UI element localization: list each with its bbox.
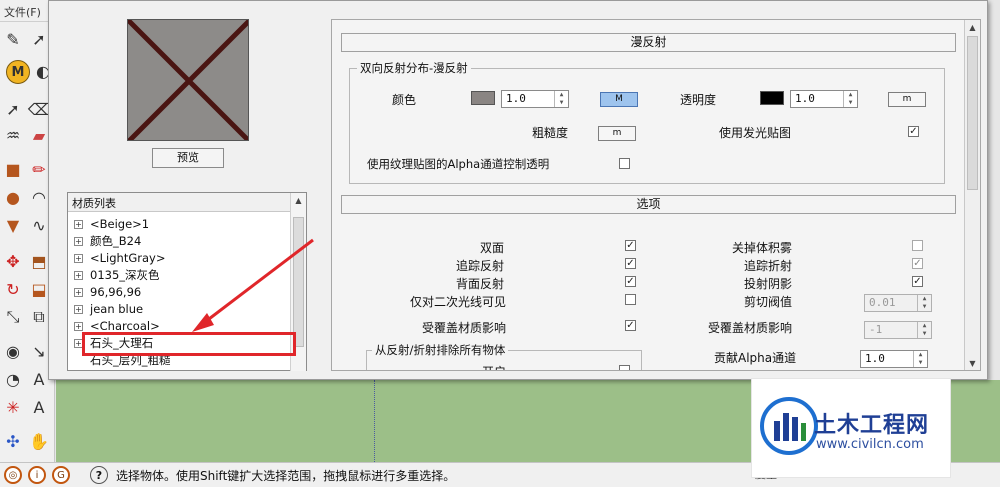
watermark-url: www.civilcn.com (816, 437, 924, 452)
annotation-highlight-box (82, 332, 296, 356)
civilcn-logo-icon (760, 397, 818, 455)
watermark-site-name: 土木工程网 (814, 413, 930, 438)
watermark-logo: 土木工程网 www.civilcn.com (751, 378, 951, 478)
